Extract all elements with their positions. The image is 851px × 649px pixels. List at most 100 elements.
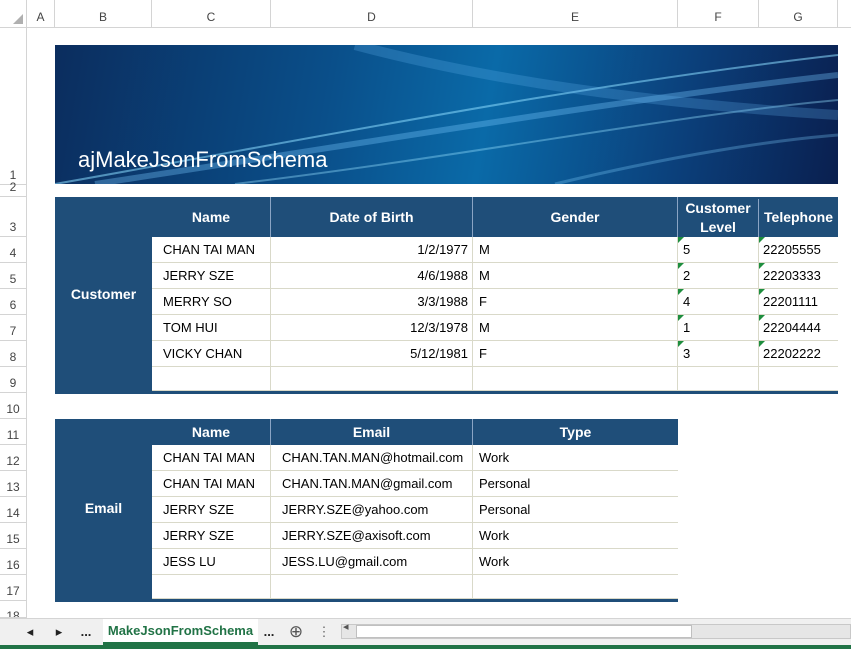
email-cell[interactable]: Personal bbox=[473, 471, 678, 497]
row-header-17[interactable]: 17 bbox=[0, 575, 27, 601]
tab-scroll-prev-icon[interactable]: ◂ bbox=[20, 619, 40, 644]
cell-text: 22204444 bbox=[763, 320, 821, 335]
email-cell[interactable]: JERRY SZE bbox=[152, 497, 271, 523]
customer-cell[interactable]: 1 bbox=[678, 315, 759, 341]
customer-cell[interactable] bbox=[678, 367, 759, 391]
cell-text: 4 bbox=[683, 294, 691, 309]
select-all-button[interactable] bbox=[0, 0, 27, 27]
column-header-f[interactable]: F bbox=[678, 0, 759, 27]
tab-more-left-button[interactable]: ... bbox=[76, 619, 96, 644]
row-header-1[interactable]: 1 bbox=[0, 27, 27, 185]
customer-cell[interactable]: 5 bbox=[678, 237, 759, 263]
customer-cell[interactable]: 12/3/1978 bbox=[271, 315, 473, 341]
customer-header-name[interactable]: Name bbox=[152, 197, 271, 237]
email-cell[interactable] bbox=[152, 575, 271, 599]
customer-cell[interactable]: 22201111 bbox=[759, 289, 838, 315]
email-cell[interactable]: CHAN.TAN.MAN@hotmail.com bbox=[271, 445, 473, 471]
cell-text: 22202222 bbox=[763, 346, 821, 361]
email-cell[interactable]: JERRY.SZE@axisoft.com bbox=[271, 523, 473, 549]
customer-cell[interactable]: 22204444 bbox=[759, 315, 838, 341]
email-cell[interactable]: CHAN.TAN.MAN@gmail.com bbox=[271, 471, 473, 497]
row-number: 13 bbox=[6, 480, 20, 494]
row-header-8[interactable]: 8 bbox=[0, 341, 27, 367]
email-header-name[interactable]: Name bbox=[152, 419, 271, 445]
customer-cell[interactable]: VICKY CHAN bbox=[152, 341, 271, 367]
scroll-left-icon[interactable]: ◂ bbox=[343, 620, 349, 633]
row-header-15[interactable]: 15 bbox=[0, 523, 27, 549]
row-header-5[interactable]: 5 bbox=[0, 263, 27, 289]
customer-cell[interactable]: 4 bbox=[678, 289, 759, 315]
customer-header-level[interactable]: Customer Level bbox=[678, 199, 759, 237]
row-header-7[interactable]: 7 bbox=[0, 315, 27, 341]
cell-text: 3 bbox=[683, 346, 691, 361]
row-header-10[interactable]: 10 bbox=[0, 393, 27, 419]
customer-cell[interactable]: MERRY SO bbox=[152, 289, 271, 315]
customer-cell[interactable]: M bbox=[473, 263, 678, 289]
customer-cell[interactable]: CHAN TAI MAN bbox=[152, 237, 271, 263]
customer-header-dob[interactable]: Date of Birth bbox=[271, 197, 473, 237]
row-number: 15 bbox=[6, 532, 20, 546]
customer-cell[interactable]: 22202222 bbox=[759, 341, 838, 367]
customer-cell[interactable]: 5/12/1981 bbox=[271, 341, 473, 367]
email-cell[interactable]: JESS LU bbox=[152, 549, 271, 575]
customer-cell[interactable] bbox=[271, 367, 473, 391]
column-header-d[interactable]: D bbox=[271, 0, 473, 27]
row-header-3[interactable]: 3 bbox=[0, 197, 27, 237]
cell-text: JERRY.SZE@yahoo.com bbox=[282, 502, 429, 517]
column-header-b[interactable]: B bbox=[55, 0, 152, 27]
customer-cell[interactable] bbox=[473, 367, 678, 391]
row-header-16[interactable]: 16 bbox=[0, 549, 27, 575]
customer-cell[interactable]: M bbox=[473, 237, 678, 263]
column-header-c[interactable]: C bbox=[152, 0, 271, 27]
cell-text: TOM HUI bbox=[163, 320, 218, 335]
customer-cell[interactable]: 3 bbox=[678, 341, 759, 367]
row-header-11[interactable]: 11 bbox=[0, 419, 27, 445]
row-header-12[interactable]: 12 bbox=[0, 445, 27, 471]
row-header-2[interactable]: 2 bbox=[0, 180, 27, 197]
email-cell[interactable]: CHAN TAI MAN bbox=[152, 445, 271, 471]
customer-cell[interactable]: 22205555 bbox=[759, 237, 838, 263]
sheet-tab-makejsonfromschema[interactable]: MakeJsonFromSchema bbox=[103, 619, 258, 645]
email-header-email[interactable]: Email bbox=[271, 419, 473, 445]
email-cell[interactable]: Work bbox=[473, 549, 678, 575]
customer-header-telephone[interactable]: Telephone bbox=[759, 197, 838, 237]
tab-scroll-next-icon[interactable]: ▸ bbox=[49, 619, 69, 644]
email-cell[interactable]: JERRY SZE bbox=[152, 523, 271, 549]
customer-cell[interactable]: 22203333 bbox=[759, 263, 838, 289]
row-header-14[interactable]: 14 bbox=[0, 497, 27, 523]
column-header-e[interactable]: E bbox=[473, 0, 678, 27]
row-header-4[interactable]: 4 bbox=[0, 237, 27, 263]
customer-cell[interactable]: F bbox=[473, 289, 678, 315]
row-header-6[interactable]: 6 bbox=[0, 289, 27, 315]
customer-cell[interactable]: 3/3/1988 bbox=[271, 289, 473, 315]
email-cell[interactable]: JESS.LU@gmail.com bbox=[271, 549, 473, 575]
column-header-a[interactable]: A bbox=[27, 0, 55, 27]
horizontal-scrollbar[interactable]: ◂ bbox=[341, 621, 851, 639]
email-cell[interactable]: JERRY.SZE@yahoo.com bbox=[271, 497, 473, 523]
customer-cell[interactable]: 1/2/1977 bbox=[271, 237, 473, 263]
email-cell[interactable]: CHAN TAI MAN bbox=[152, 471, 271, 497]
email-cell[interactable]: Work bbox=[473, 445, 678, 471]
customer-cell[interactable]: F bbox=[473, 341, 678, 367]
email-cell[interactable] bbox=[271, 575, 473, 599]
scrollbar-thumb[interactable] bbox=[356, 625, 692, 638]
add-sheet-icon[interactable]: ⊕ bbox=[285, 619, 307, 644]
row-header-18[interactable]: 18 bbox=[0, 601, 27, 618]
customer-cell[interactable]: 2 bbox=[678, 263, 759, 289]
email-cell[interactable] bbox=[473, 575, 678, 599]
email-cell[interactable]: Personal bbox=[473, 497, 678, 523]
column-header-g[interactable]: G bbox=[759, 0, 838, 27]
row-header-9[interactable]: 9 bbox=[0, 367, 27, 393]
customer-cell[interactable] bbox=[759, 367, 838, 391]
customer-cell[interactable] bbox=[152, 367, 271, 391]
customer-cell[interactable]: TOM HUI bbox=[152, 315, 271, 341]
customer-header-gender[interactable]: Gender bbox=[473, 197, 678, 237]
customer-cell[interactable]: M bbox=[473, 315, 678, 341]
tab-more-right-button[interactable]: ... bbox=[259, 619, 279, 644]
row-header-13[interactable]: 13 bbox=[0, 471, 27, 497]
options-icon[interactable]: ⋮ bbox=[316, 619, 332, 644]
customer-cell[interactable]: JERRY SZE bbox=[152, 263, 271, 289]
customer-cell[interactable]: 4/6/1988 bbox=[271, 263, 473, 289]
email-header-type[interactable]: Type bbox=[473, 419, 678, 445]
email-cell[interactable]: Work bbox=[473, 523, 678, 549]
